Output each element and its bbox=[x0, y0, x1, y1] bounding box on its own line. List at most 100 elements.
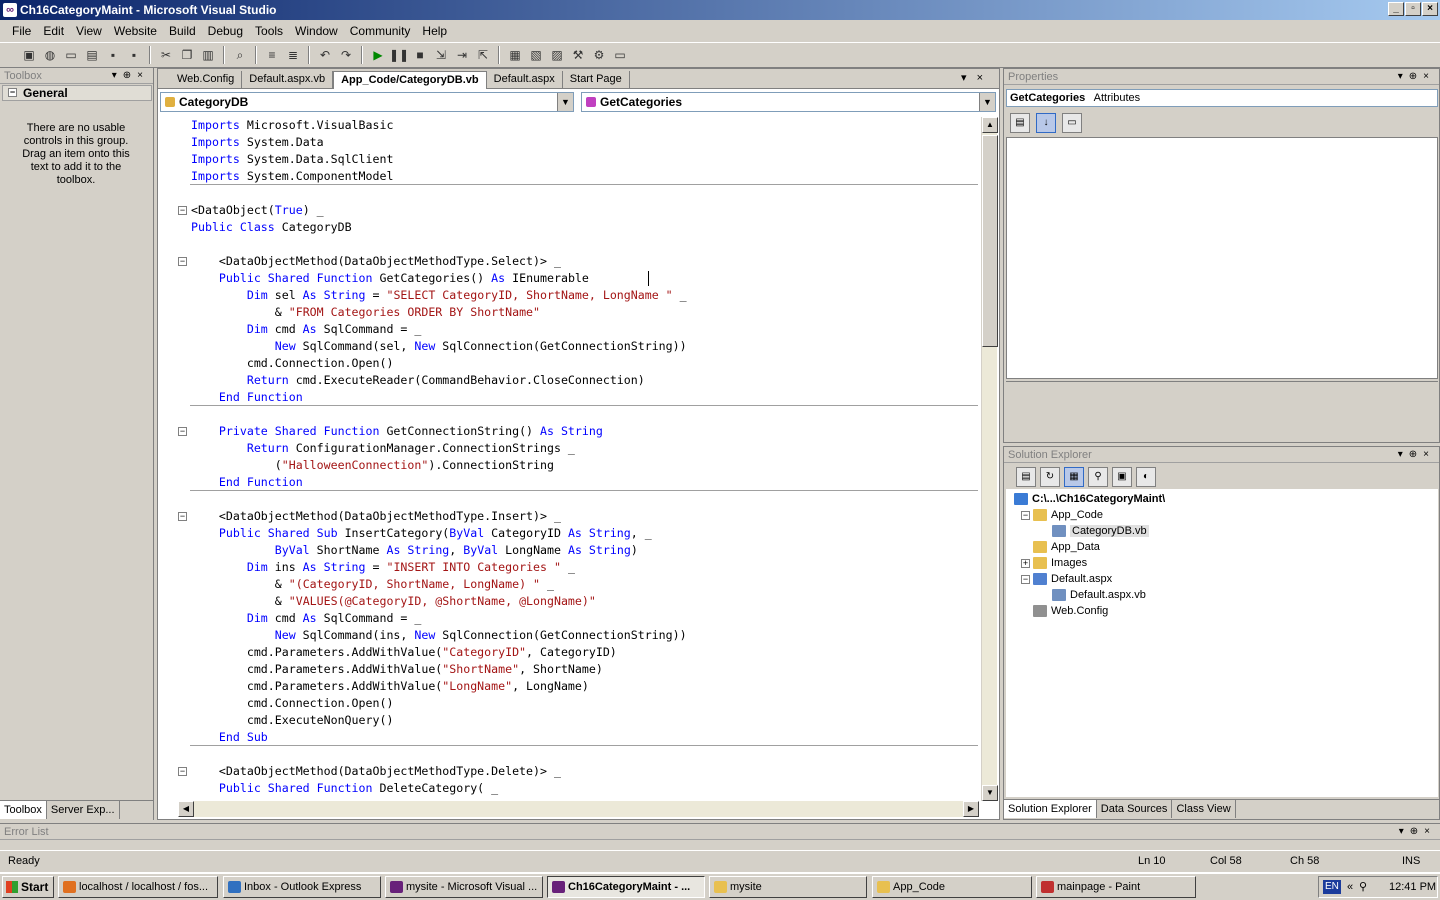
cut-icon[interactable]: ✂ bbox=[157, 46, 175, 64]
object-browser-icon[interactable]: ▨ bbox=[548, 46, 566, 64]
code-line[interactable]: New SqlCommand(ins, New SqlConnection(Ge… bbox=[160, 627, 978, 644]
code-line[interactable]: − Private Shared Function GetConnectionS… bbox=[160, 423, 978, 440]
view-code-icon[interactable]: ▣ bbox=[1112, 467, 1132, 487]
tab-controls[interactable]: ▾× bbox=[961, 71, 993, 84]
chevron-down-icon[interactable]: ▼ bbox=[979, 93, 995, 111]
menu-help[interactable]: Help bbox=[416, 24, 453, 38]
step-over-icon[interactable]: ⇥ bbox=[453, 46, 471, 64]
scroll-up-icon[interactable]: ▲ bbox=[982, 117, 998, 133]
pause-icon[interactable]: ❚❚ bbox=[389, 46, 409, 64]
collapse-icon[interactable]: − bbox=[8, 88, 17, 97]
save-all-icon[interactable]: ▪ bbox=[125, 46, 143, 64]
tree-item[interactable]: + Images bbox=[1021, 555, 1087, 571]
minimize-button[interactable]: _ bbox=[1388, 2, 1404, 16]
horizontal-scrollbar[interactable]: ◀ ▶ bbox=[178, 801, 979, 817]
tab-server-explorer[interactable]: Server Exp... bbox=[47, 801, 120, 819]
code-line[interactable]: & "(CategoryID, ShortName, LongName) " _ bbox=[160, 576, 978, 593]
copy-website-icon[interactable]: ⚲ bbox=[1088, 467, 1108, 487]
taskbar-button[interactable]: Ch16CategoryMaint - ... bbox=[547, 876, 705, 898]
tray-expand-icon[interactable]: « bbox=[1347, 877, 1353, 897]
panel-controls[interactable]: ▾⊕× bbox=[1399, 824, 1436, 840]
window-icon[interactable]: ▭ bbox=[611, 46, 629, 64]
redo-icon[interactable]: ↷ bbox=[337, 46, 355, 64]
property-grid[interactable] bbox=[1006, 137, 1438, 379]
panel-controls[interactable]: ▾⊕× bbox=[112, 68, 149, 84]
code-line[interactable]: Dim cmd As SqlCommand = _ bbox=[160, 321, 978, 338]
code-line[interactable] bbox=[160, 236, 978, 253]
toolbox-icon[interactable]: ⚒ bbox=[569, 46, 587, 64]
scroll-left-icon[interactable]: ◀ bbox=[178, 801, 194, 817]
tab-solution-explorer[interactable]: Solution Explorer bbox=[1004, 800, 1097, 818]
scroll-thumb[interactable] bbox=[982, 135, 998, 347]
code-line[interactable]: New SqlCommand(sel, New SqlConnection(Ge… bbox=[160, 338, 978, 355]
code-line[interactable]: Public Class CategoryDB bbox=[160, 219, 978, 236]
expand-icon[interactable]: + bbox=[1021, 559, 1030, 568]
menu-community[interactable]: Community bbox=[344, 24, 417, 38]
code-line[interactable]: cmd.Parameters.AddWithValue("ShortName",… bbox=[160, 661, 978, 678]
tree-item[interactable]: − Default.aspx bbox=[1021, 571, 1112, 587]
toolbox-group-general[interactable]: − General bbox=[2, 85, 152, 101]
collapse-icon[interactable]: − bbox=[1021, 511, 1030, 520]
menu-edit[interactable]: Edit bbox=[37, 24, 70, 38]
categorized-icon[interactable]: ▤ bbox=[1010, 113, 1030, 133]
copy-icon[interactable]: ❐ bbox=[178, 46, 196, 64]
panel-controls[interactable]: ▾⊕× bbox=[1398, 447, 1435, 463]
outline-collapse-icon[interactable]: − bbox=[178, 427, 187, 436]
property-pages-icon[interactable]: ▭ bbox=[1062, 113, 1082, 133]
open-file-icon[interactable]: ▭ bbox=[62, 46, 80, 64]
start-button[interactable]: Start bbox=[2, 876, 54, 898]
scroll-right-icon[interactable]: ▶ bbox=[963, 801, 979, 817]
taskbar-button[interactable]: App_Code bbox=[872, 876, 1032, 898]
code-line[interactable]: Return cmd.ExecuteReader(CommandBehavior… bbox=[160, 372, 978, 389]
code-line[interactable] bbox=[160, 746, 978, 763]
code-line[interactable]: cmd.Parameters.AddWithValue("CategoryID"… bbox=[160, 644, 978, 661]
network-icon[interactable]: ⚲ bbox=[1359, 877, 1367, 897]
code-line[interactable]: − <DataObjectMethod(DataObjectMethodType… bbox=[160, 508, 978, 525]
code-line[interactable]: Imports Microsoft.VisualBasic bbox=[160, 117, 978, 134]
code-line[interactable]: End Function bbox=[160, 389, 978, 406]
restore-button[interactable]: ▫ bbox=[1405, 2, 1421, 16]
new-project-icon[interactable]: ▣ bbox=[20, 46, 38, 64]
menu-website[interactable]: Website bbox=[108, 24, 163, 38]
code-line[interactable]: Return ConfigurationManager.ConnectionSt… bbox=[160, 440, 978, 457]
code-line[interactable]: Imports System.Data bbox=[160, 134, 978, 151]
outline-collapse-icon[interactable]: − bbox=[178, 206, 187, 215]
taskbar-button[interactable]: mysite bbox=[709, 876, 867, 898]
code-line[interactable]: Imports System.ComponentModel bbox=[160, 168, 978, 185]
code-line[interactable]: End Sub bbox=[160, 729, 978, 746]
code-line[interactable]: cmd.ExecuteNonQuery() bbox=[160, 712, 978, 729]
menu-file[interactable]: File bbox=[6, 24, 37, 38]
taskbar-button[interactable]: mainpage - Paint bbox=[1036, 876, 1196, 898]
menu-window[interactable]: Window bbox=[289, 24, 344, 38]
language-indicator[interactable]: EN bbox=[1323, 880, 1341, 894]
web-config-icon[interactable]: ⚙ bbox=[590, 46, 608, 64]
save-icon[interactable]: ▪ bbox=[104, 46, 122, 64]
tab-default-aspx[interactable]: Default.aspx bbox=[487, 71, 563, 89]
tab-start-page[interactable]: Start Page bbox=[563, 71, 630, 89]
code-line[interactable]: ("HalloweenConnection").ConnectionString bbox=[160, 457, 978, 474]
outline-collapse-icon[interactable]: − bbox=[178, 257, 187, 266]
uncomment-icon[interactable]: ≣ bbox=[284, 46, 302, 64]
step-out-icon[interactable]: ⇱ bbox=[474, 46, 492, 64]
vertical-scrollbar[interactable]: ▲ ▼ bbox=[981, 117, 998, 801]
refresh-icon[interactable]: ↻ bbox=[1040, 467, 1060, 487]
code-line[interactable]: Dim sel As String = "SELECT CategoryID, … bbox=[160, 287, 978, 304]
outline-collapse-icon[interactable]: − bbox=[178, 512, 187, 521]
properties-icon[interactable]: ▧ bbox=[527, 46, 545, 64]
code-line[interactable]: cmd.Connection.Open() bbox=[160, 695, 978, 712]
code-line[interactable]: & "VALUES(@CategoryID, @ShortName, @Long… bbox=[160, 593, 978, 610]
class-name-combo[interactable]: CategoryDB ▼ bbox=[160, 92, 574, 112]
code-line[interactable]: Dim cmd As SqlCommand = _ bbox=[160, 610, 978, 627]
menu-debug[interactable]: Debug bbox=[202, 24, 249, 38]
taskbar-button[interactable]: Inbox - Outlook Express bbox=[223, 876, 381, 898]
collapse-icon[interactable]: − bbox=[1021, 575, 1030, 584]
property-object-selector[interactable]: GetCategories Attributes bbox=[1006, 89, 1438, 107]
undo-icon[interactable]: ↶ bbox=[316, 46, 334, 64]
code-line[interactable]: Public Shared Function GetCategories() A… bbox=[160, 270, 978, 287]
chevron-down-icon[interactable]: ▼ bbox=[557, 93, 573, 111]
code-line[interactable]: Public Shared Sub InsertCategory(ByVal C… bbox=[160, 525, 978, 542]
code-area[interactable]: Imports Microsoft.VisualBasic Imports Sys… bbox=[160, 117, 978, 801]
menu-view[interactable]: View bbox=[70, 24, 108, 38]
find-icon[interactable]: ⌕ bbox=[231, 46, 249, 64]
code-line[interactable]: Dim ins As String = "INSERT INTO Categor… bbox=[160, 559, 978, 576]
